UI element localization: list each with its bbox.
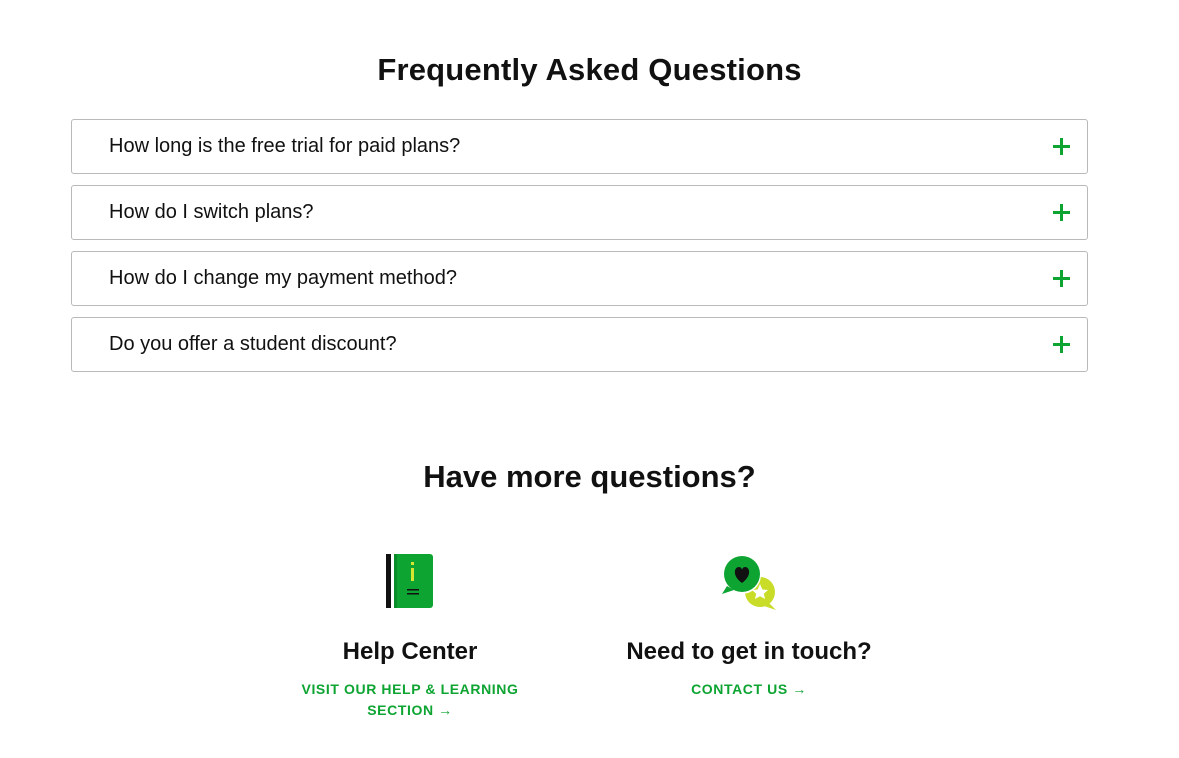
- chat-bubbles-icon: [608, 553, 890, 611]
- faq-list: How long is the free trial for paid plan…: [71, 119, 1088, 383]
- plus-icon[interactable]: [1053, 270, 1070, 287]
- faq-question: How long is the free trial for paid plan…: [109, 135, 461, 157]
- faq-item-free-trial[interactable]: How long is the free trial for paid plan…: [71, 119, 1088, 174]
- contact-card: Need to get in touch? CONTACT US →: [608, 553, 890, 700]
- faq-question: How do I change my payment method?: [109, 267, 457, 289]
- page: Frequently Asked Questions How long is t…: [0, 0, 1179, 758]
- info-book-icon: [290, 553, 530, 611]
- faq-title: Frequently Asked Questions: [377, 52, 802, 87]
- faq-item-switch-plans[interactable]: How do I switch plans?: [71, 185, 1088, 240]
- help-center-card: Help Center VISIT OUR HELP & LEARNING SE…: [290, 553, 530, 721]
- faq-question: How do I switch plans?: [109, 201, 314, 223]
- help-center-link[interactable]: VISIT OUR HELP & LEARNING SECTION →: [300, 679, 520, 721]
- plus-icon[interactable]: [1053, 336, 1070, 353]
- faq-question: Do you offer a student discount?: [109, 333, 397, 355]
- more-questions-title: Have more questions?: [423, 459, 756, 494]
- contact-title: Need to get in touch?: [626, 638, 872, 665]
- faq-item-student-discount[interactable]: Do you offer a student discount?: [71, 317, 1088, 372]
- plus-icon[interactable]: [1053, 204, 1070, 221]
- plus-icon[interactable]: [1053, 138, 1070, 155]
- help-center-title: Help Center: [342, 638, 478, 665]
- contact-us-link[interactable]: CONTACT US →: [691, 679, 807, 700]
- faq-item-payment-method[interactable]: How do I change my payment method?: [71, 251, 1088, 306]
